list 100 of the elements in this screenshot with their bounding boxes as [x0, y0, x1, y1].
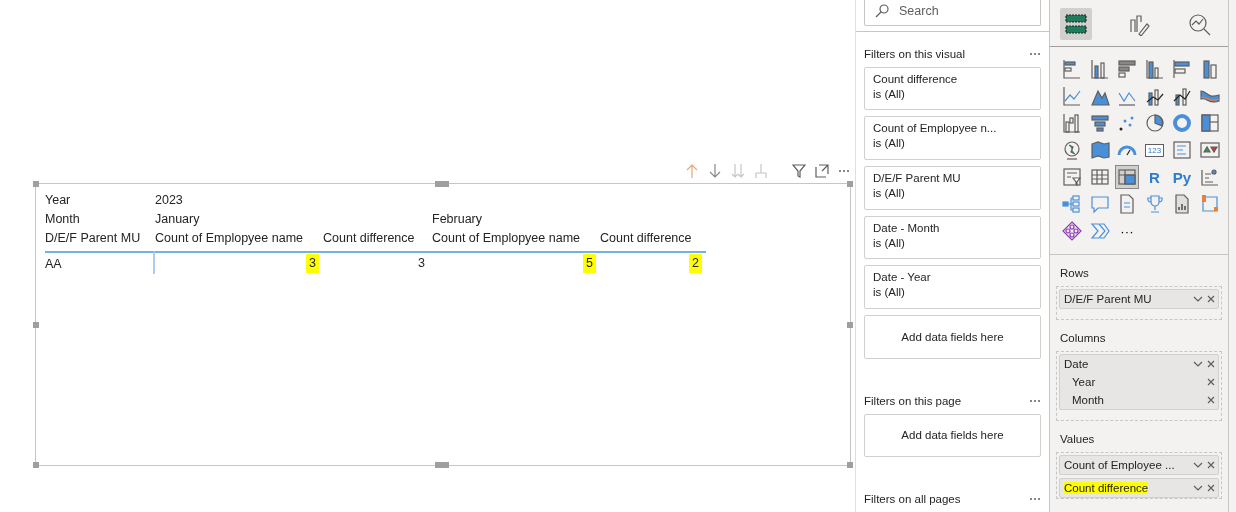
matrix-header: Month	[45, 211, 81, 228]
matrix-visual[interactable]: Year 2023 Month January February D/E/F Parent MU Count of Emplopyee name Count difference Count of Emplopyee name Count difference AA 3 3 5 2	[35, 183, 851, 466]
section-title: Filters on all pages	[864, 493, 961, 506]
search-icon	[875, 4, 889, 19]
more-options-icon[interactable]	[1029, 51, 1041, 56]
visual-type-button[interactable]: ···	[1115, 219, 1139, 243]
matrix-header: Count difference	[323, 230, 416, 247]
close-icon[interactable]	[1207, 461, 1215, 469]
field-name: Year	[1072, 376, 1097, 388]
matrix-header: Count difference	[600, 230, 693, 247]
multi-row-card-icon	[1171, 139, 1193, 161]
pie-chart-icon	[1143, 112, 1166, 134]
resize-handle[interactable]	[847, 181, 853, 187]
donut-chart-icon	[1171, 112, 1193, 134]
well-title: Columns	[1060, 332, 1107, 344]
arrow-down-icon[interactable]	[708, 163, 722, 179]
filter-card[interactable]: Date - Month is (All)	[864, 215, 1041, 260]
resize-handle[interactable]	[435, 462, 449, 468]
add-data-fields-drop-zone[interactable]: Add data fields here	[864, 315, 1041, 359]
matrix-icon	[1116, 166, 1138, 188]
line-chart-icon	[1061, 85, 1083, 107]
resize-handle[interactable]	[435, 181, 449, 187]
value-cell: 2	[689, 254, 702, 273]
map-icon	[1088, 139, 1111, 161]
field-pill[interactable]: Count of Employee ...	[1059, 455, 1219, 475]
more-options-icon[interactable]	[838, 169, 850, 173]
slicer-icon	[1061, 166, 1083, 188]
resize-handle[interactable]	[33, 462, 39, 468]
filter-card[interactable]: D/E/F Parent MU is (All)	[864, 166, 1041, 210]
close-icon[interactable]	[1207, 295, 1215, 303]
column-chart-icon	[1088, 58, 1111, 80]
matrix-header: Count of Emplopyee name	[155, 230, 304, 247]
funnel-chart-icon	[1088, 112, 1111, 134]
field-pill[interactable]: Date Year Month	[1059, 354, 1219, 410]
close-icon[interactable]	[1207, 360, 1215, 368]
bar-chart-icon	[1116, 58, 1138, 80]
chevron-down-icon[interactable]	[1193, 296, 1203, 302]
visual-type-button[interactable]: R	[1142, 165, 1167, 189]
bar-chart-icon	[1171, 58, 1193, 80]
treemap-icon	[1198, 112, 1221, 134]
value-cell: 3	[306, 254, 319, 273]
matrix-header: 2023	[155, 192, 184, 209]
resize-handle[interactable]	[847, 321, 853, 328]
add-data-fields-drop-zone[interactable]: Add data fields here	[864, 413, 1041, 458]
field-name: Count difference	[1064, 482, 1149, 494]
search-placeholder: Search	[899, 4, 939, 19]
focus-mode-icon[interactable]	[815, 164, 829, 178]
matrix-header: Count of Emplopyee name	[432, 230, 581, 247]
matrix-header: D/E/F Parent MU	[45, 230, 142, 247]
more-visuals-label: ···	[1120, 223, 1134, 239]
visual-type-button[interactable]: 123	[1142, 138, 1167, 162]
section-title: Filters on this visual	[864, 47, 965, 60]
magnifier-chart-icon	[1187, 12, 1213, 36]
well-title: Values	[1060, 433, 1096, 445]
close-icon[interactable]	[1207, 378, 1215, 386]
visual-type-button[interactable]	[1060, 219, 1084, 243]
field-name: Month	[1072, 394, 1105, 406]
kpi-icon	[1198, 139, 1221, 161]
field-pill[interactable]: Count difference	[1059, 478, 1219, 498]
speech-bubble-icon	[1088, 193, 1111, 215]
more-options-icon[interactable]	[1029, 398, 1041, 403]
value-cell: 5	[583, 254, 596, 273]
well-title: Rows	[1060, 267, 1090, 279]
filter-card[interactable]: Count difference is (All)	[864, 66, 1041, 111]
matrix-header: February	[432, 211, 484, 228]
search-field[interactable]: Search	[864, 0, 1041, 26]
chevron-down-icon[interactable]	[1193, 361, 1203, 367]
section-title: Filters on this page	[864, 394, 962, 407]
resize-handle[interactable]	[33, 181, 39, 187]
close-icon[interactable]	[1207, 396, 1215, 404]
chevrons-icon	[1088, 220, 1111, 242]
decomposition-tree-icon	[1061, 193, 1083, 215]
combo-chart-icon	[1171, 85, 1193, 107]
waterfall-chart-icon	[1061, 112, 1083, 134]
resize-handle[interactable]	[847, 462, 853, 468]
row-label: AA	[45, 256, 62, 271]
arrow-up-icon[interactable]	[685, 163, 699, 179]
globe-icon	[1061, 139, 1083, 161]
build-visual-icon	[1063, 12, 1089, 36]
bar-chart-icon	[1061, 58, 1083, 80]
value-cell-text: 3	[417, 255, 426, 272]
table-icon	[1088, 166, 1111, 188]
card-visual-label: 123	[1144, 143, 1165, 157]
matrix-header: January	[155, 211, 201, 228]
field-name: Date	[1064, 358, 1089, 370]
chevron-down-icon[interactable]	[1193, 485, 1203, 491]
resize-handle[interactable]	[33, 321, 39, 328]
filter-card[interactable]: Date - Year is (All)	[864, 265, 1041, 310]
pane-tab[interactable]	[1060, 8, 1092, 40]
filter-icon[interactable]	[792, 164, 806, 178]
close-icon[interactable]	[1207, 484, 1215, 492]
chevron-down-icon[interactable]	[1193, 462, 1203, 468]
field-name: D/E/F Parent MU	[1064, 293, 1152, 305]
filter-card[interactable]: Count of Emplopyee n... is (All)	[864, 116, 1041, 161]
matrix-header: Year	[45, 192, 72, 209]
field-pill[interactable]: D/E/F Parent MU	[1059, 289, 1219, 309]
more-options-icon[interactable]	[1029, 497, 1041, 502]
visual-type-label: R	[1149, 168, 1160, 186]
field-name: Count of Employee ...	[1064, 459, 1175, 471]
diamond-icon	[1061, 220, 1083, 242]
